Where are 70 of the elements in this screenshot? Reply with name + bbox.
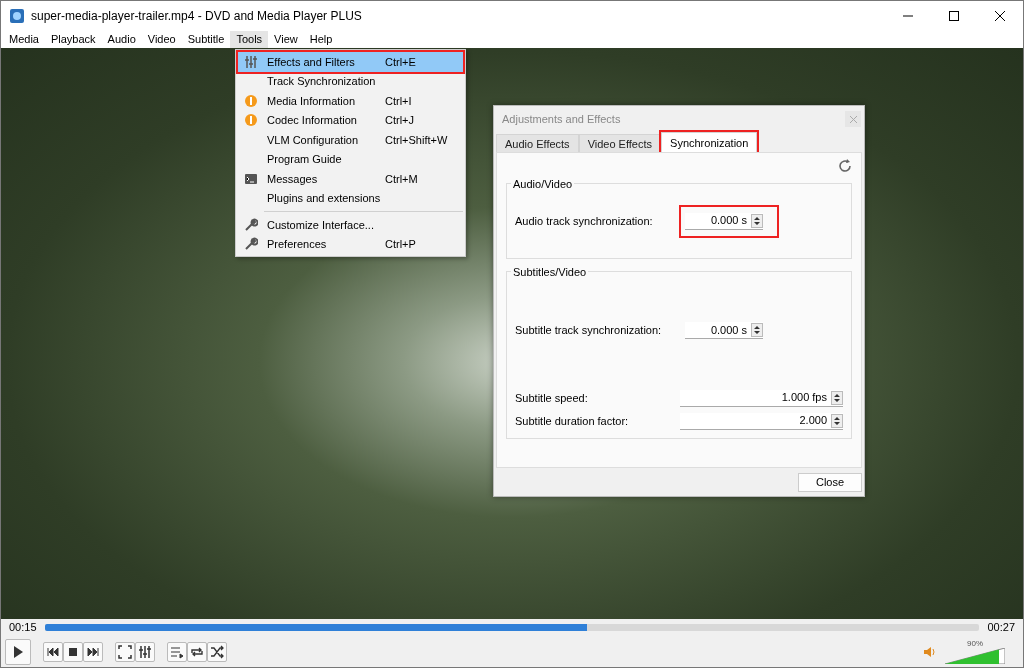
up-down-arrows-icon[interactable] — [831, 413, 843, 428]
close-icon[interactable] — [994, 10, 1006, 22]
shuffle-icon — [210, 644, 224, 659]
up-down-arrows-icon[interactable] — [751, 323, 763, 337]
menu-item[interactable]: Subtitle — [181, 31, 231, 48]
shortcut-label: Ctrl+Shift+W — [385, 133, 448, 146]
playlist-icon — [170, 644, 184, 659]
menu-item[interactable]: Preferences Ctrl+P — [238, 234, 463, 254]
shortcut-label: Ctrl+E — [385, 55, 416, 68]
shuffle-button[interactable] — [207, 641, 227, 662]
menu-item[interactable]: Effects and Filters Ctrl+E — [238, 52, 463, 72]
menu-item[interactable]: Track Synchronization — [238, 71, 463, 91]
sliders-icon — [244, 54, 258, 69]
spin-box[interactable]: 0.000 s — [685, 322, 763, 339]
tab[interactable]: Audio Effects — [496, 134, 579, 152]
terminal-icon — [244, 171, 258, 186]
spin-box[interactable]: 2.000 — [680, 412, 843, 430]
field-label: Subtitle track synchronization: — [515, 323, 663, 339]
volume-reading: 90% — [967, 639, 983, 648]
tab[interactable]: Video Effects — [578, 134, 662, 152]
volume-slider[interactable] — [945, 648, 1005, 664]
shortcut-label: Ctrl+M — [385, 172, 418, 185]
menu-item[interactable]: Playback — [44, 31, 102, 48]
menu-item[interactable]: Media Information Ctrl+I — [238, 91, 463, 111]
app-logo-icon — [9, 8, 25, 24]
menu-item[interactable]: VLM Configuration Ctrl+Shift+W — [238, 130, 463, 150]
sliders-icon — [138, 644, 152, 659]
wrench-icon — [244, 217, 258, 232]
spin-box[interactable]: 0.000 s — [685, 212, 763, 230]
menu-item[interactable]: Video — [141, 31, 182, 48]
effects-button[interactable] — [135, 641, 155, 662]
field-label: Audio track synchronization: — [515, 213, 654, 229]
fullscreen-button[interactable] — [115, 641, 135, 662]
close-button[interactable]: Close — [798, 472, 862, 492]
info-icon — [244, 93, 258, 108]
seek-bar[interactable] — [44, 624, 980, 631]
up-down-arrows-icon[interactable] — [831, 390, 843, 405]
shortcut-label: Ctrl+I — [385, 94, 412, 107]
field-label: Subtitle speed: — [515, 390, 589, 406]
play-button[interactable] — [5, 638, 31, 665]
stop-button[interactable] — [63, 641, 83, 662]
menu-item[interactable]: Media — [3, 31, 45, 48]
refresh-icon[interactable] — [838, 159, 852, 173]
total-time: 00:27 — [987, 620, 1015, 636]
spin-box[interactable]: 1.000 fps — [680, 389, 843, 407]
dialog-title: Adjustments and Effects — [502, 111, 621, 127]
menu-item[interactable]: Help — [303, 31, 339, 48]
menu-item[interactable]: Customize Interface... — [238, 215, 463, 235]
maximize-icon[interactable] — [948, 10, 960, 22]
previous-button[interactable] — [43, 641, 63, 662]
menu-item[interactable]: Codec Information Ctrl+J — [238, 110, 463, 130]
menu-item[interactable]: Program Guide — [238, 149, 463, 169]
close-icon — [849, 115, 857, 123]
next-button[interactable] — [83, 641, 103, 662]
menu-item[interactable]: Plugins and extensions — [238, 188, 463, 208]
fullscreen-icon — [118, 644, 132, 659]
tab[interactable]: Synchronization — [661, 132, 758, 152]
loop-button[interactable] — [187, 641, 207, 662]
window-title: super-media-player-trailer.mp4 - DVD and Media Player PLUS — [31, 8, 363, 25]
elapsed-time: 00:15 — [9, 620, 37, 636]
menu-item[interactable]: Audio — [101, 31, 142, 48]
menu-item[interactable]: Messages Ctrl+M — [238, 169, 463, 189]
info-icon — [244, 113, 258, 128]
up-down-arrows-icon[interactable] — [751, 213, 763, 228]
wrench-icon — [244, 237, 258, 252]
field-label: Subtitle duration factor: — [515, 413, 630, 429]
shortcut-label: Ctrl+J — [385, 114, 415, 126]
shortcut-label: Ctrl+P — [385, 238, 416, 250]
menu-item[interactable]: View — [268, 31, 304, 48]
menu-item[interactable]: Tools — [230, 31, 269, 48]
